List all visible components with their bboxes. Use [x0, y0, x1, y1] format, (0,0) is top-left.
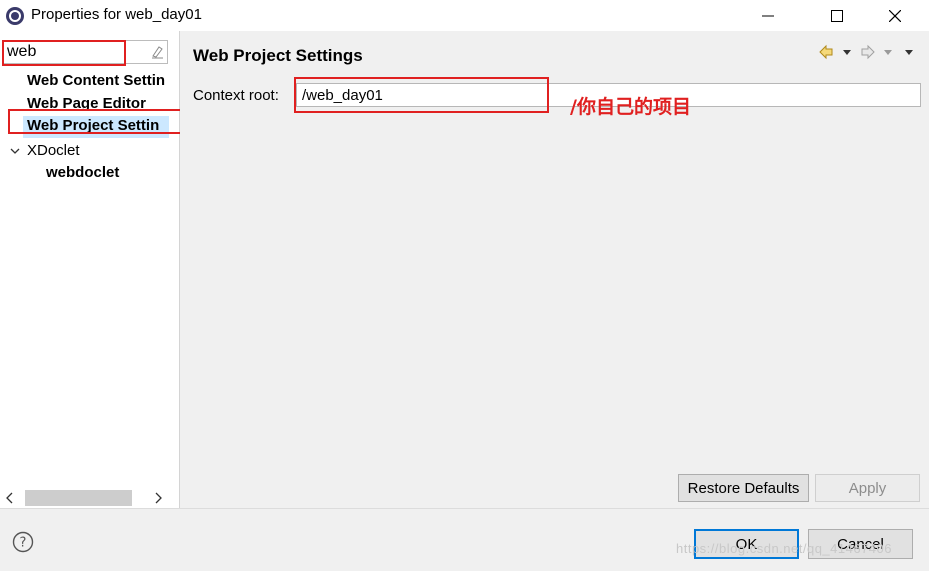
context-root-label: Context root: [193, 87, 279, 104]
eraser-icon[interactable] [150, 45, 164, 59]
page-title: Web Project Settings [193, 46, 363, 65]
close-icon [889, 9, 901, 22]
annotation-text: /你自己的项目 [570, 96, 691, 118]
restore-defaults-button[interactable]: Restore Defaults [678, 474, 809, 502]
property-tree-pane: Web Content Settin Web Page Editor Web P… [0, 31, 180, 508]
back-arrow-icon[interactable] [818, 44, 834, 60]
forward-dropdown-icon[interactable] [883, 44, 893, 60]
filter-input[interactable] [7, 42, 147, 62]
svg-text:?: ? [20, 536, 27, 551]
help-icon[interactable]: ? [12, 531, 34, 553]
chevron-down-icon[interactable] [9, 145, 21, 157]
tree-item-web-project-settings[interactable]: Web Project Settin [23, 116, 169, 138]
back-dropdown-icon[interactable] [842, 44, 852, 60]
forward-arrow-icon[interactable] [860, 44, 876, 60]
tree-item-web-page-editor[interactable]: Web Page Editor [27, 95, 170, 112]
maximize-icon [831, 9, 843, 22]
tree-item-web-content-settings[interactable]: Web Content Settin [27, 72, 170, 89]
minimize-button[interactable] [745, 0, 791, 31]
scroll-left-icon[interactable] [5, 492, 15, 504]
view-menu-icon[interactable] [904, 44, 914, 60]
apply-button[interactable]: Apply [815, 474, 920, 502]
title-bar: Properties for web_day01 [0, 0, 929, 31]
minimize-icon [762, 15, 774, 16]
eclipse-app-icon [6, 7, 24, 25]
watermark: https://blog.csdn.net/qq_41467406 [676, 541, 892, 556]
tree-item-xdoclet[interactable]: XDoclet [27, 142, 167, 159]
scrollbar-thumb[interactable] [25, 490, 132, 506]
maximize-button[interactable] [814, 0, 860, 31]
scroll-right-icon[interactable] [153, 492, 163, 504]
tree-item-webdoclet[interactable]: webdoclet [46, 164, 166, 181]
horizontal-scrollbar[interactable] [0, 488, 179, 508]
window-title: Properties for web_day01 [31, 6, 202, 23]
filter-field[interactable] [2, 40, 168, 64]
close-button[interactable] [872, 0, 918, 31]
